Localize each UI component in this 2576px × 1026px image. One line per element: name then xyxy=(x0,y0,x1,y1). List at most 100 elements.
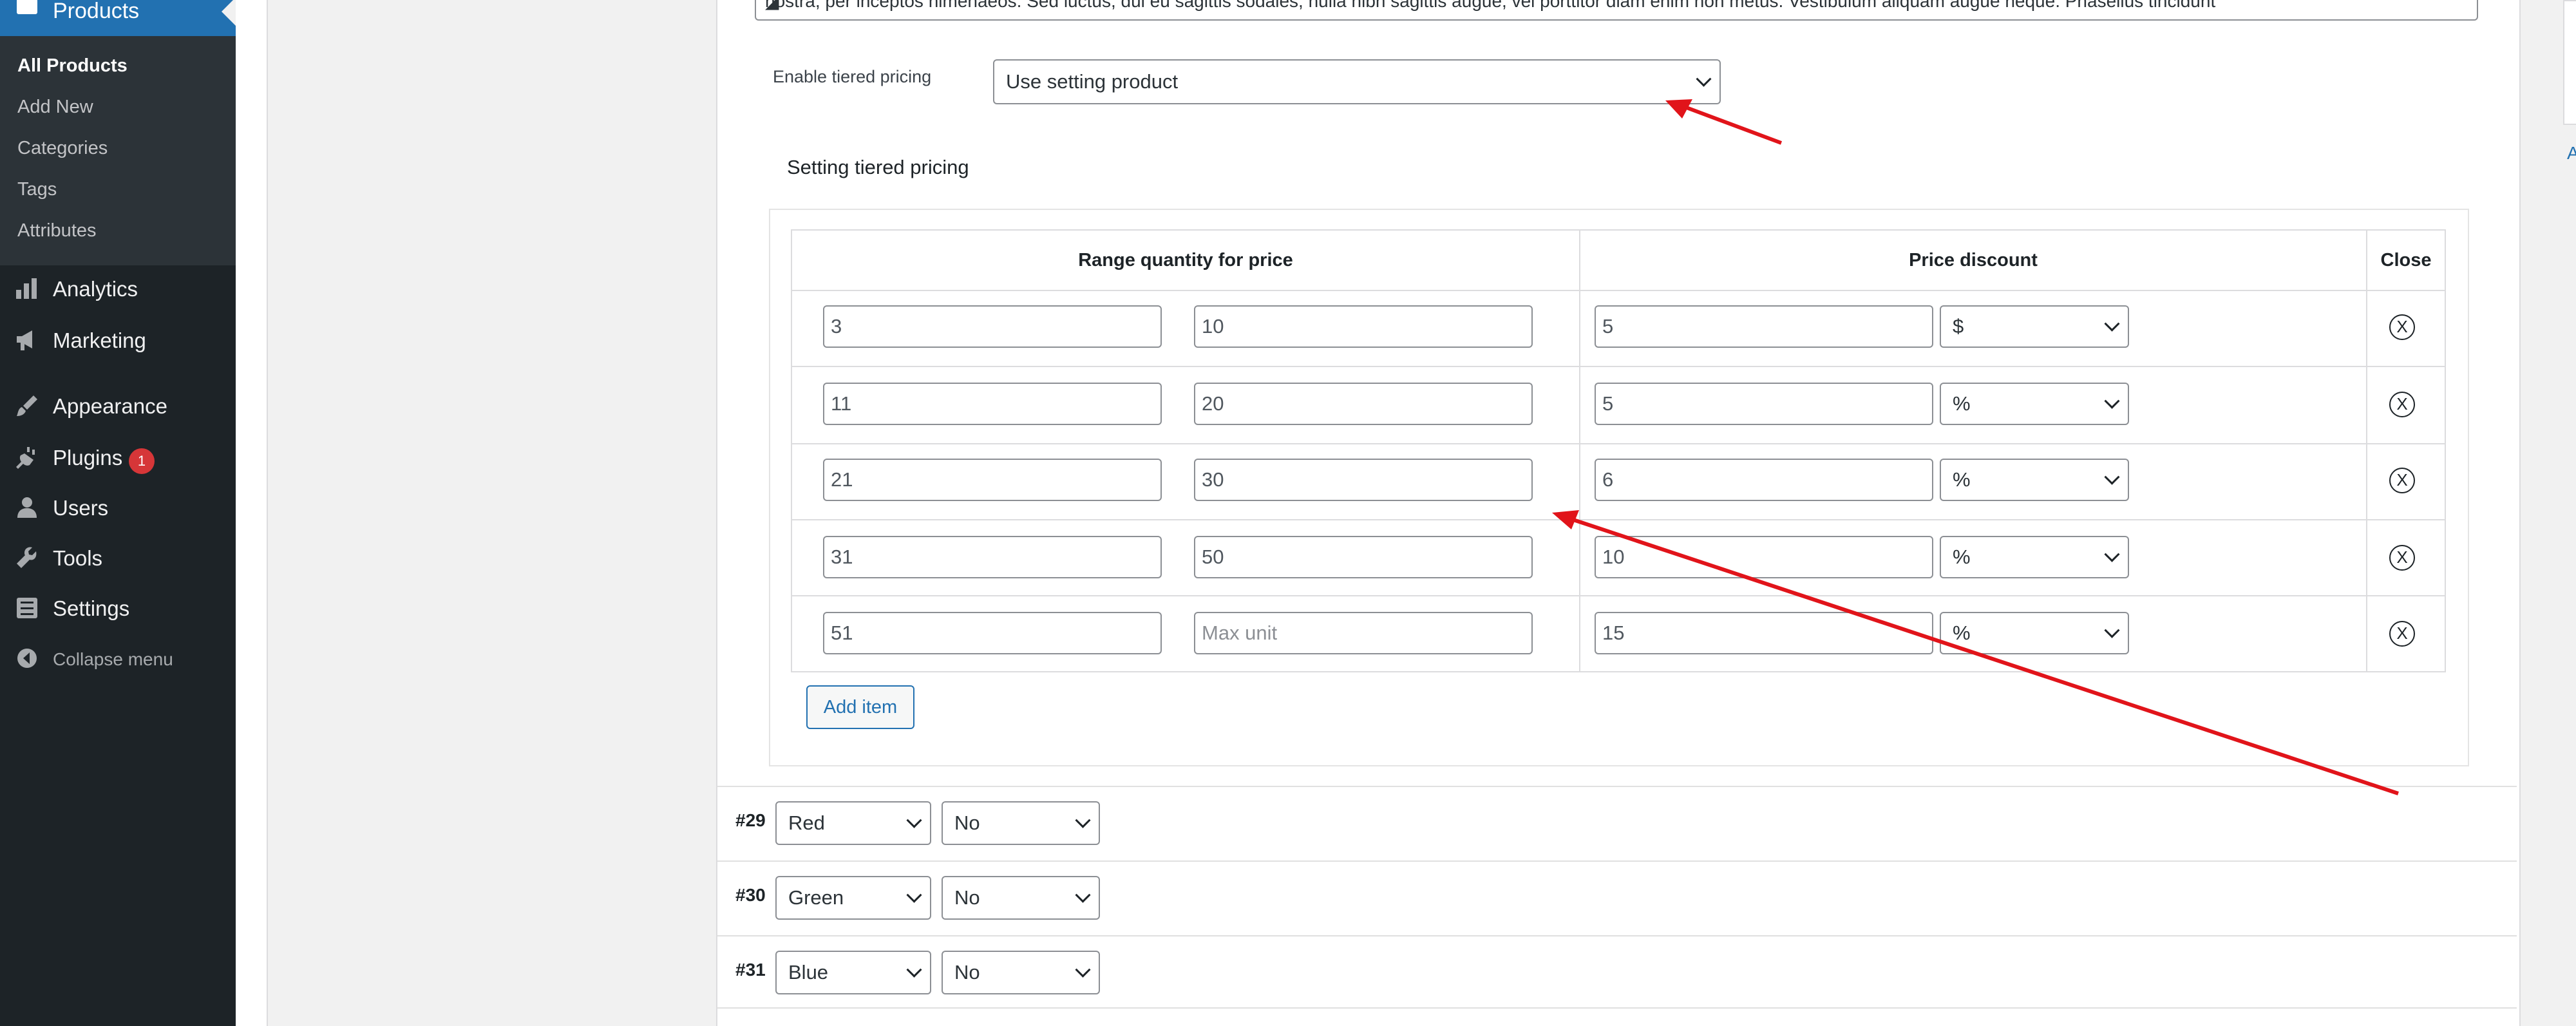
chevron-down-icon xyxy=(2104,393,2120,409)
sidebar-item-analytics[interactable]: Analytics xyxy=(0,268,236,309)
sidebar-item-label: Plugins xyxy=(53,446,123,470)
plug-icon xyxy=(14,444,40,470)
chevron-down-icon xyxy=(1075,962,1091,978)
discount-value-input[interactable]: 10 xyxy=(1595,536,1933,578)
add-item-button[interactable]: Add item xyxy=(806,685,914,729)
content-left-panel xyxy=(236,0,268,1026)
row-divider xyxy=(792,443,2445,444)
update-count-badge: 1 xyxy=(129,448,155,474)
remove-row-icon[interactable]: X xyxy=(2389,392,2415,417)
remove-row-icon[interactable]: X xyxy=(2389,621,2415,647)
enable-tiered-pricing-select[interactable]: Use setting product xyxy=(993,59,1721,104)
paintbrush-icon xyxy=(14,393,40,419)
sidebar-item-marketing[interactable]: Marketing xyxy=(0,319,236,361)
variation-row: #29 Red No xyxy=(717,786,2517,862)
column-header-range: Range quantity for price xyxy=(1078,249,1293,271)
discount-unit-select[interactable]: % xyxy=(1940,536,2129,578)
resize-handle-icon[interactable]: ◢ xyxy=(765,0,781,12)
discount-unit-select[interactable]: % xyxy=(1940,459,2129,501)
column-divider xyxy=(2366,231,2367,671)
collapse-menu-button[interactable]: Collapse menu xyxy=(0,638,236,679)
min-quantity-input[interactable]: 11 xyxy=(823,383,1162,425)
right-sidebar-box xyxy=(2563,0,2576,125)
sidebar-item-label: Analytics xyxy=(53,277,138,301)
sidebar-item-label: Tools xyxy=(53,546,103,570)
chevron-down-icon xyxy=(906,812,922,828)
sidebar-item-label: Users xyxy=(53,496,109,520)
chevron-down-icon xyxy=(1075,812,1091,828)
sidebar-item-users[interactable]: Users xyxy=(0,487,236,528)
bar-chart-icon xyxy=(14,276,40,301)
max-quantity-input[interactable]: Max unit xyxy=(1194,612,1533,654)
chevron-down-icon xyxy=(2104,622,2120,638)
admin-sidebar: Products All Products Add New Categories… xyxy=(0,0,236,1026)
products-icon xyxy=(17,0,37,14)
discount-value-input[interactable]: 5 xyxy=(1595,383,1933,425)
enable-tiered-pricing-label: Enable tiered pricing xyxy=(773,67,932,86)
discount-unit-select[interactable]: $ xyxy=(1940,305,2129,348)
chevron-down-icon xyxy=(1075,887,1091,903)
submenu-all-products[interactable]: All Products xyxy=(17,55,128,77)
sidebar-item-appearance[interactable]: Appearance xyxy=(0,385,236,426)
max-quantity-input[interactable]: 20 xyxy=(1194,383,1533,425)
discount-unit-select[interactable]: % xyxy=(1940,383,2129,425)
sidebar-item-label: Appearance xyxy=(53,394,167,418)
submenu-add-new[interactable]: Add New xyxy=(17,97,93,118)
description-text: nostra, per inceptos himenaeos. Sed luct… xyxy=(765,0,2216,11)
variation-option-select[interactable]: No xyxy=(942,801,1100,845)
tiered-pricing-table: Range quantity for price Price discount … xyxy=(791,229,2446,672)
discount-value-input[interactable]: 15 xyxy=(1595,612,1933,654)
chevron-down-icon xyxy=(2104,316,2120,332)
row-divider xyxy=(792,290,2445,291)
column-header-close: Close xyxy=(2380,249,2432,271)
variation-color-select[interactable]: Red xyxy=(775,801,931,845)
remove-row-icon[interactable]: X xyxy=(2389,468,2415,493)
submenu-categories[interactable]: Categories xyxy=(17,138,108,159)
discount-unit-select[interactable]: % xyxy=(1940,612,2129,654)
max-quantity-input[interactable]: 10 xyxy=(1194,305,1533,348)
row-divider xyxy=(792,366,2445,367)
discount-value-input[interactable]: 6 xyxy=(1595,459,1933,501)
submenu-attributes[interactable]: Attributes xyxy=(17,220,97,242)
select-value: Use setting product xyxy=(1006,70,1179,93)
row-divider xyxy=(792,519,2445,520)
min-quantity-input[interactable]: 51 xyxy=(823,612,1162,654)
sidebar-item-products[interactable]: Products xyxy=(0,0,236,36)
sidebar-item-tools[interactable]: Tools xyxy=(0,537,236,578)
min-quantity-input[interactable]: 3 xyxy=(823,305,1162,348)
variation-id: #30 xyxy=(735,885,766,905)
chevron-down-icon xyxy=(2104,469,2120,485)
megaphone-icon xyxy=(14,327,40,353)
right-sidebar-link[interactable]: A xyxy=(2567,143,2576,164)
remove-row-icon[interactable]: X xyxy=(2389,545,2415,571)
max-quantity-input[interactable]: 30 xyxy=(1194,459,1533,501)
products-submenu: All Products Add New Categories Tags Att… xyxy=(0,36,236,265)
chevron-down-icon xyxy=(2104,546,2120,562)
user-icon xyxy=(14,495,40,520)
sidebar-item-label: Settings xyxy=(53,596,130,620)
row-divider xyxy=(792,595,2445,596)
current-menu-pointer xyxy=(222,0,236,26)
variation-color-select[interactable]: Blue xyxy=(775,951,931,994)
variation-row: #31 Blue No xyxy=(717,935,2517,1009)
sidebar-item-settings[interactable]: Settings xyxy=(0,587,236,629)
remove-row-icon[interactable]: X xyxy=(2389,314,2415,340)
max-quantity-input[interactable]: 50 xyxy=(1194,536,1533,578)
description-textarea[interactable]: nostra, per inceptos himenaeos. Sed luct… xyxy=(755,0,2478,21)
min-quantity-input[interactable]: 21 xyxy=(823,459,1162,501)
variation-id: #31 xyxy=(735,960,766,980)
min-quantity-input[interactable]: 31 xyxy=(823,536,1162,578)
submenu-tags[interactable]: Tags xyxy=(17,179,57,200)
variation-color-select[interactable]: Green xyxy=(775,876,931,920)
sidebar-item-label: Collapse menu xyxy=(53,649,173,669)
variation-row: #30 Green No xyxy=(717,860,2517,936)
chevron-down-icon xyxy=(906,887,922,903)
variation-option-select[interactable]: No xyxy=(942,876,1100,920)
sidebar-item-plugins[interactable]: Plugins 1 xyxy=(0,437,236,478)
sidebar-item-label: Marketing xyxy=(53,328,146,352)
discount-value-input[interactable]: 5 xyxy=(1595,305,1933,348)
variation-id: #29 xyxy=(735,810,766,830)
column-divider xyxy=(1579,231,1580,671)
variation-option-select[interactable]: No xyxy=(942,951,1100,994)
sidebar-item-label: Products xyxy=(53,0,140,23)
